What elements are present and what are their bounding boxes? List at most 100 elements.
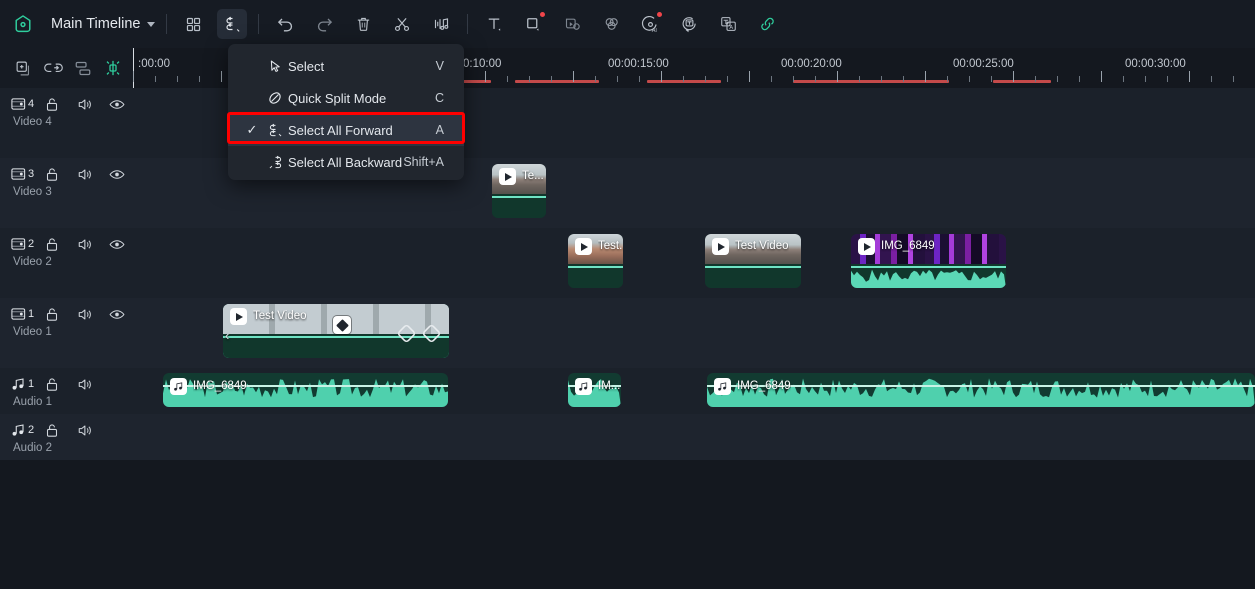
menu-item-select-all-backward[interactable]: Select All Backward Shift+A [228, 146, 464, 178]
ruler-tick [1057, 76, 1058, 82]
music-icon: 1 [11, 374, 45, 394]
menu-item-shortcut: A [435, 123, 444, 137]
add-media-icon[interactable] [12, 57, 34, 79]
video-clip[interactable]: Test Video [705, 234, 801, 288]
speech-to-text-icon[interactable] [674, 9, 704, 39]
video-track-3-header: 3 Video 3 [0, 158, 133, 228]
playhead[interactable] [133, 48, 134, 88]
lock-icon[interactable] [45, 420, 77, 440]
menu-item-select-all-forward[interactable]: ✓ Select All Forward A [228, 114, 464, 146]
keyframe-marker[interactable] [333, 316, 351, 334]
home-icon[interactable] [8, 9, 38, 39]
speaker-icon[interactable] [77, 234, 109, 254]
music-note-icon [170, 378, 187, 395]
split-scissors-icon[interactable] [387, 9, 417, 39]
ruler-tick [969, 76, 970, 82]
color-match-icon[interactable] [596, 9, 626, 39]
lock-icon[interactable] [45, 234, 77, 254]
video-clip[interactable]: Test... [568, 234, 623, 288]
clip-volume-line[interactable] [223, 336, 449, 339]
clip-volume-line[interactable] [851, 266, 1006, 269]
audio-track-2-lane[interactable] [133, 414, 1255, 460]
track-label: Video 2 [13, 256, 52, 268]
clip-volume-line[interactable] [492, 196, 546, 199]
clip-volume-line[interactable] [568, 266, 623, 269]
video-track-4: 4 Video 4 [0, 88, 1255, 158]
audio-detach-icon[interactable] [426, 9, 456, 39]
track-index: 1 [28, 378, 35, 390]
track-index: 2 [28, 424, 35, 436]
ai-tools-icon[interactable]: AI [635, 9, 665, 39]
menu-item-quick-split-mode[interactable]: Quick Split Mode C [228, 82, 464, 114]
ruler-tick [881, 76, 882, 82]
ruler-time-label: 0:10:00 [463, 58, 502, 70]
eye-icon[interactable] [109, 304, 141, 324]
film-icon: 3 [11, 164, 45, 184]
ruler-tick [1101, 71, 1102, 82]
video-track-2: 2 Video 2 [0, 228, 1255, 298]
video-clip[interactable]: Te... [492, 164, 546, 218]
eye-icon[interactable] [109, 94, 141, 114]
text-icon[interactable] [479, 9, 509, 39]
speaker-icon[interactable] [77, 304, 109, 324]
play-icon [499, 168, 516, 185]
track-index: 1 [28, 308, 35, 320]
link-icon[interactable] [752, 9, 782, 39]
eye-icon[interactable] [109, 234, 141, 254]
trim-handle-left[interactable]: ‹ [225, 328, 229, 343]
track-label: Video 4 [13, 116, 52, 128]
translate-icon[interactable]: A [713, 9, 743, 39]
ruler-time-label: 00:00:30:00 [1125, 58, 1186, 70]
lock-icon[interactable] [45, 94, 77, 114]
toolbar-divider [258, 14, 260, 34]
ruler-tick [683, 76, 684, 82]
notification-dot [657, 12, 663, 17]
crop-icon[interactable] [518, 9, 548, 39]
select-all-backward-icon [266, 153, 284, 171]
film-icon: 2 [11, 234, 45, 254]
project-title-dropdown[interactable]: Main Timeline [51, 16, 156, 32]
speaker-icon[interactable] [77, 420, 109, 440]
ruler-tick [1123, 76, 1124, 82]
grid-view-icon[interactable] [178, 9, 208, 39]
ruler-tick [771, 76, 772, 82]
ruler-tick [727, 76, 728, 82]
audio-clip-label: IMG_6849 [193, 380, 247, 392]
clip-label: Test Video [735, 240, 789, 252]
ruler-tick [639, 76, 640, 82]
cursor-arrow-icon [266, 57, 284, 75]
lock-icon[interactable] [45, 374, 77, 394]
delete-icon[interactable] [348, 9, 378, 39]
ruler-tick [221, 71, 222, 82]
selection-tool-icon[interactable] [217, 9, 248, 39]
group-clips-icon[interactable] [72, 57, 94, 79]
video-clip[interactable]: Test Video ‹ [223, 304, 449, 358]
ruler-tick [1211, 76, 1212, 82]
menu-item-select[interactable]: Select V [228, 50, 464, 82]
redo-icon[interactable] [309, 9, 339, 39]
toolbar-divider-1 [166, 14, 168, 34]
video-track-2-lane[interactable] [133, 228, 1255, 298]
speaker-icon[interactable] [77, 94, 109, 114]
link-clips-icon[interactable] [42, 57, 64, 79]
clip-volume-line[interactable] [705, 266, 801, 269]
ruler-tick [925, 71, 926, 82]
markers-icon[interactable] [102, 57, 124, 79]
ruler-tick [859, 76, 860, 82]
eye-icon[interactable] [109, 164, 141, 184]
audio-clip[interactable]: IMG_6849 [707, 373, 1255, 407]
undo-icon[interactable] [270, 9, 300, 39]
speaker-icon[interactable] [77, 164, 109, 184]
lock-icon[interactable] [45, 164, 77, 184]
ruler-tick [507, 76, 508, 82]
audio-clip[interactable]: IM... [568, 373, 621, 407]
video-clip[interactable]: IMG_6849 [851, 234, 1006, 288]
speaker-icon[interactable] [77, 374, 109, 394]
lock-icon[interactable] [45, 304, 77, 324]
audio-clip[interactable]: IMG_6849 [163, 373, 448, 407]
video-track-1: 1 Video 1 [0, 298, 1255, 368]
main-toolbar: Main Timeline AI A [0, 0, 1255, 48]
mask-icon[interactable] [557, 9, 587, 39]
audio-track-2: 2 Audio 2 [0, 414, 1255, 460]
ruler-tick [947, 76, 948, 82]
